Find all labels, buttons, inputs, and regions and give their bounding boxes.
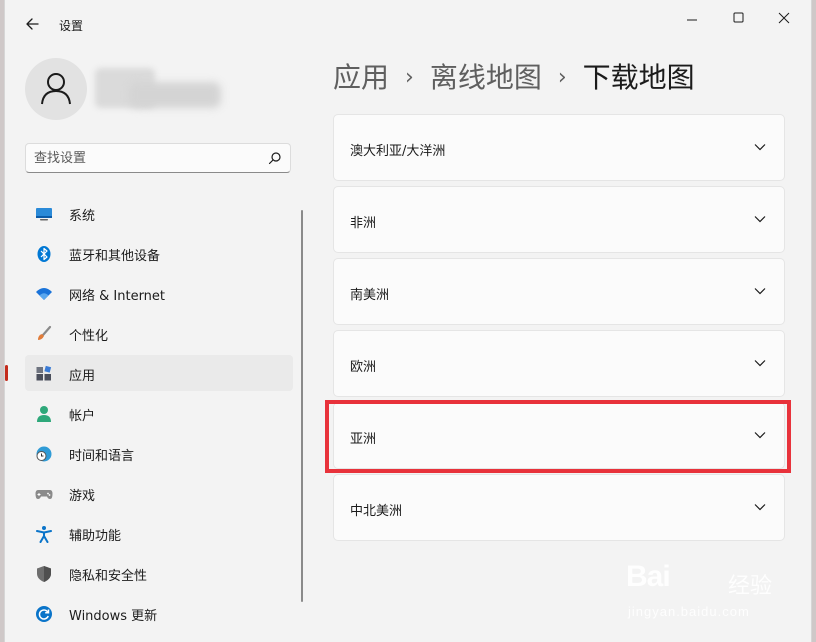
sidebar-item-label: 网络 & Internet (69, 289, 166, 304)
region-label: 南美洲 (350, 288, 390, 303)
sidebar-item-privacy[interactable]: 隐私和安全性 (25, 555, 293, 591)
breadcrumb-separator: › (557, 65, 567, 90)
chevron-down-icon (754, 504, 766, 511)
sidebar-item-bluetooth[interactable]: 蓝牙和其他设备 (25, 235, 293, 271)
sidebar-item-label: 应用 (69, 369, 96, 384)
sidebar-item-label: 蓝牙和其他设备 (69, 249, 161, 264)
wifi-icon (36, 288, 52, 300)
sidebar-item-label: 系统 (69, 209, 96, 224)
chevron-down-icon (754, 288, 766, 295)
sidebar-item-label: 个性化 (69, 329, 109, 344)
region-europe[interactable]: 欧洲 (333, 330, 785, 397)
sidebar-item-label: Windows 更新 (69, 609, 158, 624)
region-list: 澳大利亚/大洋洲 非洲 南美洲 欧洲 亚洲 中北美洲 (333, 114, 785, 546)
maximize-icon (733, 12, 744, 23)
title-bar: 设置 (5, 0, 811, 48)
region-label: 澳大利亚/大洋洲 (350, 144, 446, 159)
close-icon (778, 12, 790, 24)
sidebar-item-windows-update[interactable]: Windows 更新 (25, 595, 293, 631)
update-icon (36, 606, 52, 622)
close-button[interactable] (761, 4, 807, 32)
back-arrow-icon (26, 18, 39, 30)
sidebar-item-label: 隐私和安全性 (69, 569, 148, 584)
sidebar-item-time-language[interactable]: 时间和语言 (25, 435, 293, 471)
sidebar-item-label: 时间和语言 (69, 449, 135, 464)
chevron-down-icon (754, 432, 766, 439)
breadcrumb-separator: › (405, 65, 414, 90)
search-input[interactable] (34, 144, 254, 172)
minimize-button[interactable] (669, 4, 715, 32)
sidebar-item-gaming[interactable]: 游戏 (25, 475, 293, 511)
sidebar-item-apps[interactable]: 应用 (5, 355, 293, 391)
chevron-down-icon (754, 360, 766, 367)
chevron-down-icon (754, 216, 766, 223)
selection-indicator (5, 365, 8, 381)
page-title: 下载地图 (582, 61, 695, 94)
region-north-central-america[interactable]: 中北美洲 (333, 474, 785, 541)
sidebar-item-network[interactable]: 网络 & Internet (25, 275, 293, 311)
search-icon[interactable] (268, 151, 282, 165)
sidebar-nav: 系统 蓝牙和其他设备 网络 & Internet 个性化 应用 帐户 时间和语言… (5, 195, 293, 635)
apps-icon (36, 365, 52, 381)
system-icon (36, 208, 52, 221)
bluetooth-icon (37, 246, 51, 262)
region-oceania[interactable]: 澳大利亚/大洋洲 (333, 114, 785, 181)
breadcrumb: 应用 › 离线地图 › 下载地图 (333, 56, 695, 96)
sidebar-item-label: 帐户 (69, 409, 96, 424)
shield-icon (37, 566, 51, 582)
account-icon (37, 406, 51, 422)
region-label: 中北美洲 (350, 504, 403, 519)
search-box[interactable] (25, 143, 291, 173)
sidebar-item-system[interactable]: 系统 (25, 195, 293, 231)
breadcrumb-apps[interactable]: 应用 (333, 61, 389, 94)
region-africa[interactable]: 非洲 (333, 186, 785, 253)
brush-icon (38, 325, 52, 340)
gamepad-icon (35, 490, 53, 499)
sidebar-scrollbar[interactable] (301, 210, 303, 602)
minimize-icon (687, 19, 697, 21)
sidebar-item-label: 游戏 (69, 489, 96, 504)
sidebar-item-accounts[interactable]: 帐户 (25, 395, 293, 431)
region-label: 亚洲 (350, 432, 377, 447)
maximize-button[interactable] (715, 4, 761, 32)
back-button[interactable] (19, 12, 47, 36)
sidebar-item-label: 辅助功能 (69, 529, 122, 544)
breadcrumb-offline-maps[interactable]: 离线地图 (430, 61, 542, 94)
region-label: 非洲 (350, 216, 377, 231)
settings-window: 设置 查找设置 系统 蓝牙和其他设备 网络 & Internet 个性化 应用 … (4, 0, 812, 642)
region-label: 欧洲 (350, 360, 377, 375)
accessibility-icon (36, 526, 52, 543)
clock-globe-icon (36, 446, 52, 462)
user-name-blurred (95, 68, 221, 110)
window-title: 设置 (59, 19, 84, 33)
avatar[interactable] (25, 58, 87, 120)
chevron-down-icon (754, 144, 766, 151)
sidebar-item-accessibility[interactable]: 辅助功能 (25, 515, 293, 551)
region-south-america[interactable]: 南美洲 (333, 258, 785, 325)
user-icon (41, 73, 71, 105)
region-asia[interactable]: 亚洲 (333, 402, 785, 469)
sidebar-item-personalization[interactable]: 个性化 (25, 315, 293, 351)
